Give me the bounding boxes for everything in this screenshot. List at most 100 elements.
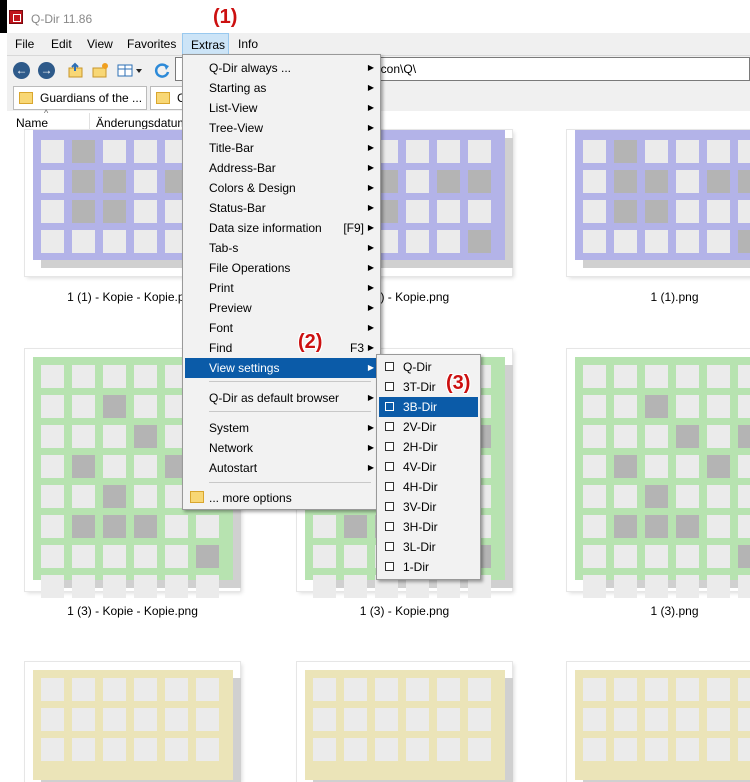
pixel-cell	[72, 140, 95, 163]
view-layout-item[interactable]: 3L-Dir	[379, 537, 478, 557]
menu-item-label: Tab-s	[209, 241, 239, 255]
extras-menu-item[interactable]: Tree-View ▶	[185, 118, 378, 138]
extras-menu-item[interactable]: Print ▶	[185, 278, 378, 298]
pixel-cell	[41, 545, 64, 568]
menu-extras[interactable]: Extras	[191, 38, 225, 52]
menu-item-label: Starting as	[209, 81, 267, 95]
pixel-cell	[583, 425, 606, 448]
pixel-cell	[583, 708, 606, 731]
extras-menu-item[interactable]: View settings ▶	[185, 358, 378, 378]
layout-icon	[385, 502, 394, 511]
pixel-cell	[313, 575, 336, 598]
forward-icon[interactable]: →	[38, 62, 55, 79]
pixel-cell	[41, 230, 64, 253]
menu-view[interactable]: View	[87, 37, 113, 51]
extras-menu-item[interactable]: Q-Dir as default browser ▶	[185, 388, 378, 408]
view-layout-icon[interactable]	[117, 62, 142, 79]
view-layout-item[interactable]: 4H-Dir	[379, 477, 478, 497]
pixel-cell	[645, 200, 668, 223]
extras-menu-item[interactable]: Autostart ▶	[185, 458, 378, 478]
extras-menu-item[interactable]: Find F3 ▶	[185, 338, 378, 358]
menu-favorites[interactable]: Favorites	[127, 37, 176, 51]
extras-menu-item[interactable]: Starting as ▶	[185, 78, 378, 98]
pixel-cell	[676, 170, 699, 193]
up-folder-icon[interactable]	[67, 62, 84, 79]
pixel-cell	[468, 230, 491, 253]
extras-menu-item[interactable]: Status-Bar ▶	[185, 198, 378, 218]
menu-separator	[209, 381, 371, 382]
pixel-cell	[134, 455, 157, 478]
pixel-cell	[41, 425, 64, 448]
submenu-arrow-icon: ▶	[367, 303, 374, 312]
menu-file[interactable]: File	[15, 37, 34, 51]
extras-menu-item[interactable]: System ▶	[185, 418, 378, 438]
pixel-cell	[344, 708, 367, 731]
menu-info[interactable]: Info	[238, 37, 258, 51]
view-layout-item[interactable]: 3B-Dir	[379, 397, 478, 417]
extras-menu-item[interactable]: ... more options	[185, 488, 378, 508]
pixel-cell	[375, 678, 398, 701]
menu-separator	[209, 411, 371, 412]
file-caption[interactable]: 1 (3).png	[552, 604, 750, 618]
extras-menu-item[interactable]: File Operations ▶	[185, 258, 378, 278]
view-layout-item[interactable]: 4V-Dir	[379, 457, 478, 477]
file-caption[interactable]: 1 (3) - Kopie - Kopie.png	[10, 604, 255, 618]
pixel-cell	[437, 170, 460, 193]
extras-menu-item[interactable]: Preview ▶	[185, 298, 378, 318]
extras-menu-item[interactable]: Title-Bar ▶	[185, 138, 378, 158]
pixel-cell	[645, 575, 668, 598]
menu-item-label: 3H-Dir	[403, 520, 438, 534]
view-layout-item[interactable]: 2V-Dir	[379, 417, 478, 437]
pixel-cell	[645, 545, 668, 568]
pixel-cell	[134, 395, 157, 418]
extras-menu-item[interactable]: Tab-s ▶	[185, 238, 378, 258]
pixel-cell	[41, 708, 64, 731]
tab-guardians[interactable]: Guardians of the ...	[13, 86, 147, 110]
pixel-cell	[738, 485, 750, 508]
folder-star-icon[interactable]	[92, 62, 109, 79]
pixel-cell	[103, 200, 126, 223]
menu-separator	[209, 482, 371, 483]
menu-item-label: Colors & Design	[209, 181, 296, 195]
annotation-2: (2)	[298, 331, 323, 353]
file-caption[interactable]: 1 (1).png	[552, 290, 750, 304]
extras-menu-item[interactable]: Address-Bar ▶	[185, 158, 378, 178]
pixel-cell	[614, 140, 637, 163]
column-date[interactable]: Änderungsdatum	[96, 116, 187, 130]
pixel-cell	[583, 200, 606, 223]
view-layout-item[interactable]: 2H-Dir	[379, 437, 478, 457]
layout-icon	[385, 402, 394, 411]
pixel-cell	[134, 140, 157, 163]
pixel-cell	[583, 395, 606, 418]
extras-menu-item[interactable]: Data size information [F9] ▶	[185, 218, 378, 238]
pixel-cell	[103, 678, 126, 701]
extras-menu-item[interactable]: Font ▶	[185, 318, 378, 338]
extras-menu-item[interactable]: Q-Dir always ... ▶	[185, 58, 378, 78]
pixel-cell	[165, 708, 188, 731]
column-name[interactable]: Name	[16, 116, 48, 130]
menu-item-label: 2V-Dir	[403, 420, 437, 434]
pixel-cell	[707, 395, 730, 418]
pixel-cell	[196, 678, 219, 701]
refresh-icon[interactable]	[154, 62, 171, 79]
extras-menu-item[interactable]: List-View ▶	[185, 98, 378, 118]
pixel-cell	[103, 708, 126, 731]
pixel-cell	[196, 515, 219, 538]
pixel-cell	[707, 545, 730, 568]
view-layout-item[interactable]: 1-Dir	[379, 557, 478, 577]
pixel-cell	[103, 425, 126, 448]
back-icon[interactable]: ←	[13, 62, 30, 79]
view-layout-item[interactable]: 3H-Dir	[379, 517, 478, 537]
pixel-cell	[676, 708, 699, 731]
menu-item-label: Print	[209, 281, 234, 295]
menu-item-label: Preview	[209, 301, 252, 315]
view-layout-item[interactable]: 3V-Dir	[379, 497, 478, 517]
pixel-cell	[583, 575, 606, 598]
menu-edit[interactable]: Edit	[51, 37, 72, 51]
pixel-cell	[72, 395, 95, 418]
extras-menu-item[interactable]: Network ▶	[185, 438, 378, 458]
file-caption[interactable]: 1 (3) - Kopie.png	[282, 604, 527, 618]
extras-menu-item[interactable]: Colors & Design ▶	[185, 178, 378, 198]
pixel-cell	[614, 230, 637, 253]
pixel-cell	[738, 395, 750, 418]
